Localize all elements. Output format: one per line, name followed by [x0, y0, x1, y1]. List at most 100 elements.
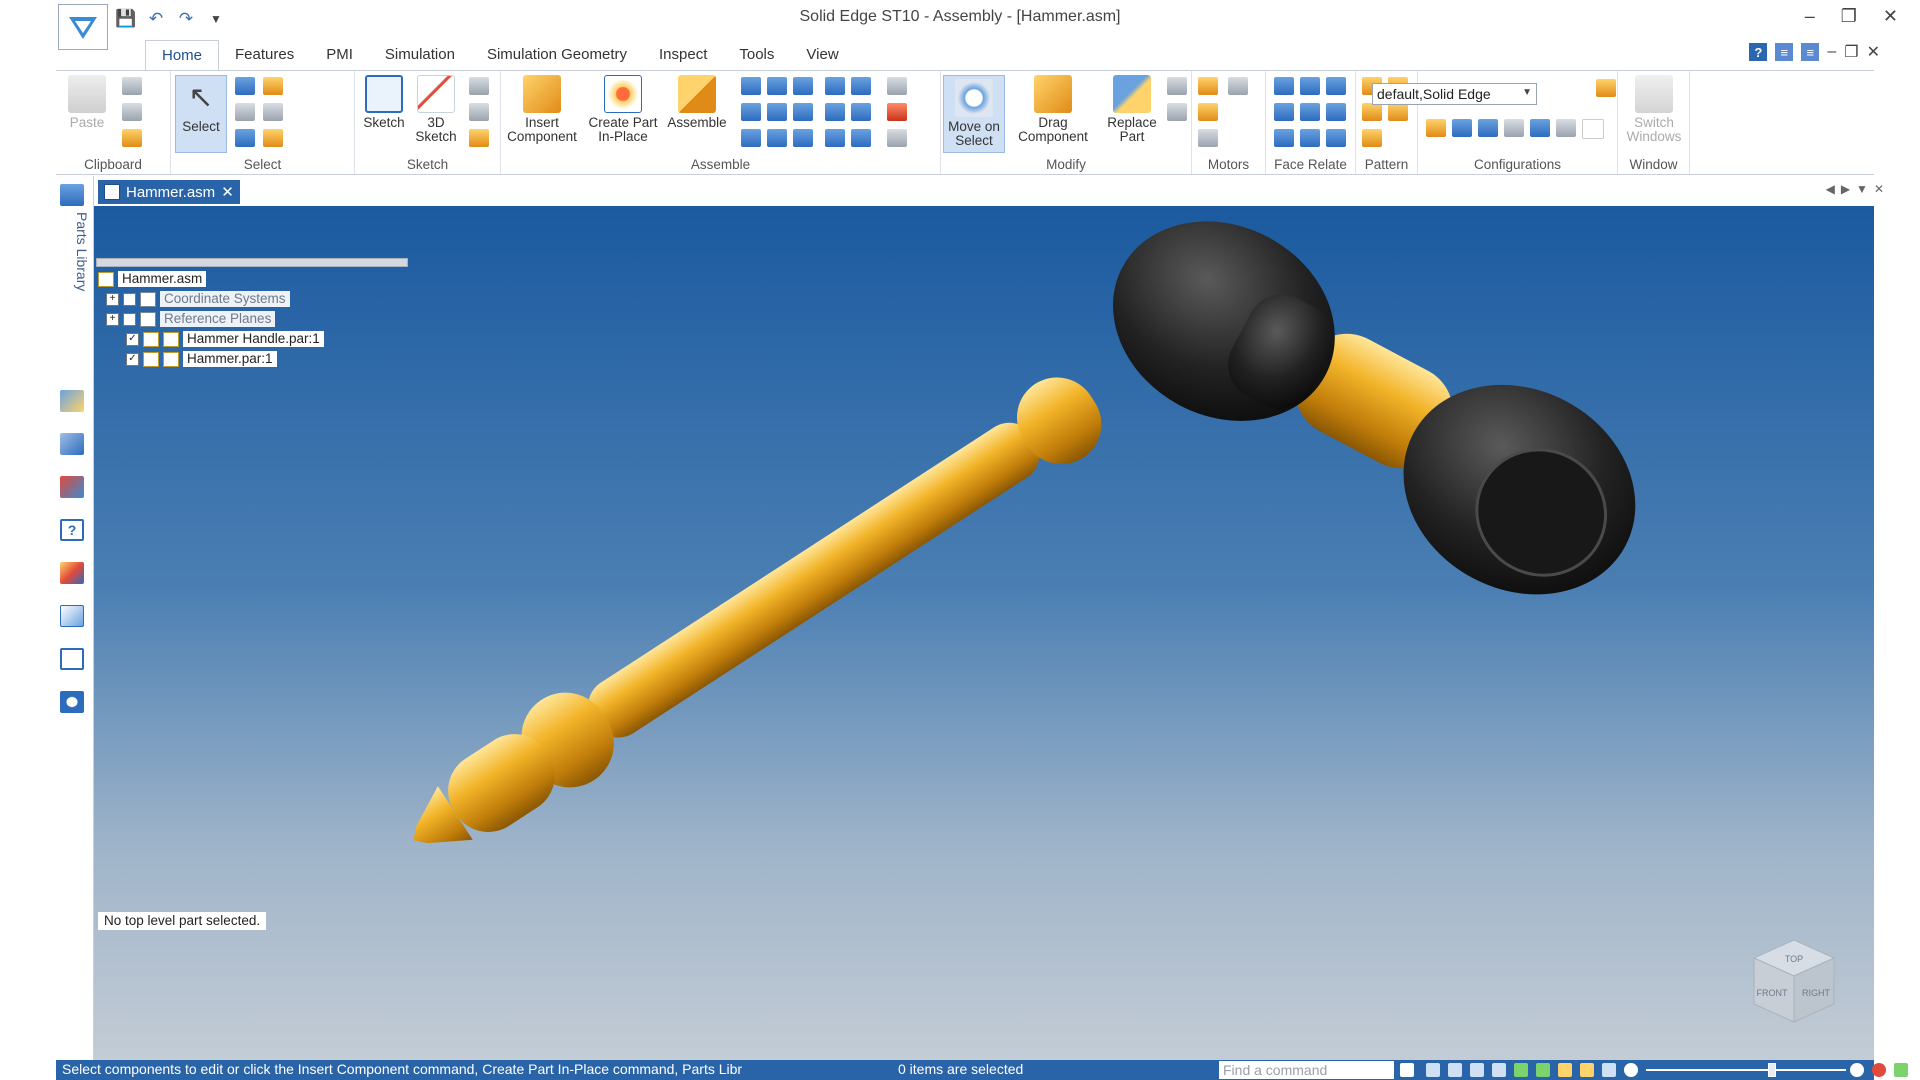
tab-tools[interactable]: Tools: [723, 40, 790, 70]
scroll-right-icon[interactable]: ▶: [1841, 182, 1850, 196]
paste-button[interactable]: Paste: [62, 75, 112, 130]
relate-center-icon[interactable]: [741, 129, 761, 147]
view-cube[interactable]: TOP FRONT RIGHT: [1744, 930, 1844, 1030]
visibility-checkbox[interactable]: ✓: [126, 352, 139, 366]
offset-face-icon[interactable]: [1326, 129, 1346, 147]
relate-angle-icon[interactable]: [793, 103, 813, 121]
help-query-icon[interactable]: ?: [60, 519, 84, 541]
minimize-icon[interactable]: –: [1805, 6, 1815, 27]
move-on-select-button[interactable]: Move on Select: [943, 75, 1005, 153]
record-icon[interactable]: [1872, 1063, 1886, 1077]
equal-radius-icon[interactable]: [1326, 103, 1346, 121]
tree-root[interactable]: Hammer.asm: [98, 271, 207, 287]
tab-view[interactable]: View: [790, 40, 854, 70]
fit-icon[interactable]: [1470, 1063, 1484, 1077]
pathfinder-icon[interactable]: [60, 390, 84, 412]
configuration-manager-icon[interactable]: [1596, 79, 1616, 97]
cut-icon[interactable]: [122, 77, 142, 95]
concentric-icon[interactable]: [1300, 77, 1320, 95]
create-part-in-place-button[interactable]: Create Part In-Place: [585, 75, 661, 143]
along-curve-icon[interactable]: [1362, 129, 1382, 147]
parts-library-tab[interactable]: Parts Library: [60, 212, 90, 312]
relate-rigid-icon[interactable]: [887, 103, 907, 121]
sketch-view-icon[interactable]: [1602, 1063, 1616, 1077]
visibility-checkbox[interactable]: ✓: [126, 332, 139, 346]
help-icon[interactable]: ?: [1749, 43, 1768, 61]
relate-flash-fit-icon[interactable]: [741, 77, 761, 95]
config-tool-2-icon[interactable]: [1452, 119, 1472, 137]
zoom-slider-thumb[interactable]: [1768, 1063, 1776, 1077]
hide-icon[interactable]: [263, 129, 283, 147]
sketch-tool-icon[interactable]: [469, 77, 489, 95]
motor-icon[interactable]: [1198, 77, 1218, 95]
parallel-face-icon[interactable]: [1326, 77, 1346, 95]
config-tool-5-icon[interactable]: [1530, 119, 1550, 137]
simulation-icon[interactable]: [60, 691, 84, 713]
select-tools-icon[interactable]: [235, 77, 255, 95]
copy-icon[interactable]: [122, 103, 142, 121]
config-tool-4-icon[interactable]: [1504, 119, 1524, 137]
view-orientation-icon[interactable]: [1558, 1063, 1572, 1077]
motor-settings-icon[interactable]: [1198, 129, 1218, 147]
mirror-icon[interactable]: [1362, 103, 1382, 121]
hammer-handle[interactable]: [387, 359, 1119, 881]
modify-tool-2-icon[interactable]: [1167, 103, 1187, 121]
cascade-windows-icon[interactable]: ≡: [1775, 43, 1794, 61]
tile-windows-icon[interactable]: ≡: [1801, 43, 1820, 61]
family-of-assemblies-icon[interactable]: [60, 648, 84, 670]
config-tool-7-icon[interactable]: [1582, 119, 1604, 139]
tree-item-hammer[interactable]: ✓ Hammer.par:1: [126, 351, 277, 367]
relate-connect-icon[interactable]: [767, 103, 787, 121]
relate-more-icon[interactable]: [887, 129, 907, 147]
tree-item-reference-planes[interactable]: + Reference Planes: [106, 311, 276, 327]
relate-ground-icon[interactable]: [851, 129, 871, 147]
tab-pmi[interactable]: PMI: [310, 40, 369, 70]
relate-distance-icon[interactable]: [851, 77, 871, 95]
select-filter-icon[interactable]: [263, 77, 283, 95]
doc-close-icon[interactable]: ✕: [1867, 42, 1880, 62]
relate-path-icon[interactable]: [825, 129, 845, 147]
relate-tangent-icon[interactable]: [767, 129, 787, 147]
tree-item-hammer-handle[interactable]: ✓ Hammer Handle.par:1: [126, 331, 324, 347]
view-styles-icon[interactable]: [1580, 1063, 1594, 1077]
close-icon[interactable]: ✕: [1883, 6, 1898, 27]
tab-features[interactable]: Features: [219, 40, 310, 70]
config-tool-6-icon[interactable]: [1556, 119, 1576, 137]
color-manager-icon[interactable]: [60, 562, 84, 584]
relate-axial-icon[interactable]: [741, 103, 761, 121]
perpendicular-icon[interactable]: [1274, 129, 1294, 147]
parts-library-icon[interactable]: [60, 184, 84, 206]
visibility-checkbox[interactable]: [123, 312, 136, 326]
zoom-icon[interactable]: [1448, 1063, 1462, 1077]
expand-icon[interactable]: +: [106, 312, 119, 326]
relate-cam-icon[interactable]: [851, 103, 871, 121]
modify-tool-1-icon[interactable]: [1167, 77, 1187, 95]
switch-windows-button[interactable]: Switch Windows: [1622, 75, 1686, 143]
relate-mate-icon[interactable]: [767, 77, 787, 95]
relate-gear-icon[interactable]: [825, 103, 845, 121]
scroll-left-icon[interactable]: ◀: [1826, 182, 1835, 196]
tab-inspect[interactable]: Inspect: [643, 40, 723, 70]
properties-icon[interactable]: [60, 605, 84, 627]
relate-parallel-icon[interactable]: [825, 77, 845, 95]
relate-match-icon[interactable]: [793, 129, 813, 147]
hammer-model[interactable]: [94, 206, 1874, 1060]
tab-home[interactable]: Home: [145, 40, 220, 70]
tangent-face-icon[interactable]: [1274, 103, 1294, 121]
command-finder-input[interactable]: Find a command: [1219, 1061, 1394, 1079]
zoom-slider[interactable]: [1646, 1069, 1846, 1071]
rotate-icon[interactable]: [1514, 1063, 1528, 1077]
tree-item-coordinate-systems[interactable]: + Coordinate Systems: [106, 291, 290, 307]
tab-list-icon[interactable]: ▼: [1856, 182, 1868, 196]
show-icon[interactable]: [235, 129, 255, 147]
relate-options-icon[interactable]: [887, 77, 907, 95]
drag-component-button[interactable]: Drag Component: [1007, 75, 1099, 143]
assemble-button[interactable]: Assemble: [663, 75, 731, 130]
expand-icon[interactable]: +: [106, 292, 119, 306]
insert-component-button[interactable]: Insert Component: [503, 75, 581, 143]
zoom-out-icon[interactable]: [1624, 1063, 1638, 1077]
config-tool-1-icon[interactable]: [1426, 119, 1446, 137]
pathfinder-drag-handle[interactable]: [96, 258, 408, 267]
select-options-icon[interactable]: [263, 103, 283, 121]
sketch-button[interactable]: Sketch: [359, 75, 409, 130]
